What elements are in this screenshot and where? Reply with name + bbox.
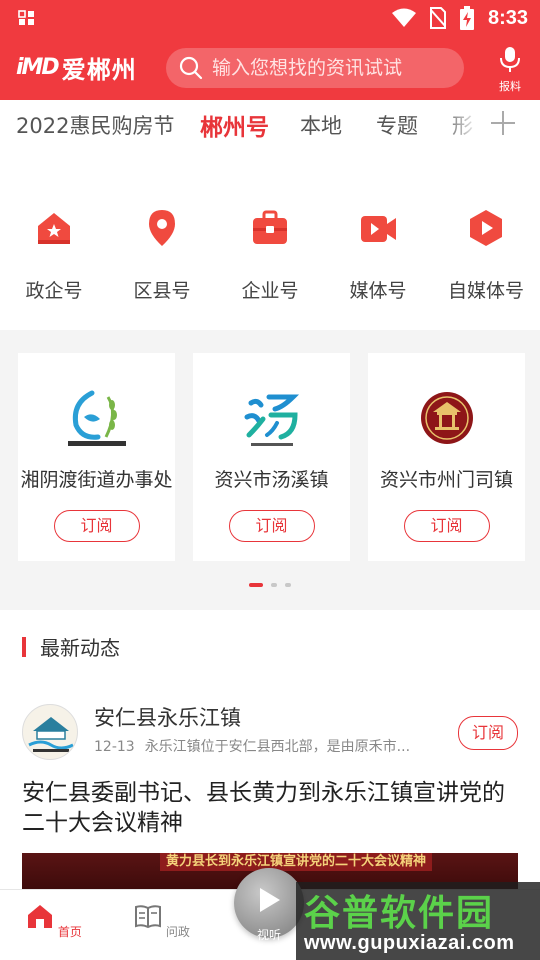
category-label: 媒体号 [349, 280, 407, 302]
tab-chenzhou-hao[interactable]: 郴州号 [200, 108, 269, 142]
tab-housing-festival[interactable]: 2022惠民购房节 [16, 110, 174, 140]
nav-label: 首页 [57, 925, 82, 939]
section-title: 最新动态 [40, 636, 120, 660]
author-avatar[interactable] [22, 704, 78, 760]
listen-label: 视听 [256, 928, 281, 942]
video-camera-icon [361, 216, 396, 242]
fish-wheat-logo-icon [67, 390, 126, 446]
wifi-icon [391, 8, 416, 27]
subscribe-button[interactable]: 订阅 [403, 510, 490, 542]
subscribe-button[interactable]: 订阅 [458, 716, 518, 750]
tangxi-logo-icon [244, 394, 299, 446]
carousel-dot [285, 583, 291, 587]
watermark-title: 谷普软件园 [304, 893, 495, 934]
account-title: 资兴市汤溪镇 [214, 469, 329, 491]
carousel-indicator [0, 583, 540, 587]
account-card[interactable]: 资兴市州门司镇 订阅 [368, 353, 525, 561]
account-avatar [412, 383, 482, 453]
logo-text: 爱郴州 [61, 56, 137, 84]
add-channel-icon[interactable] [490, 110, 516, 136]
clock: 8:33 [487, 6, 528, 29]
search-input[interactable] [212, 57, 452, 79]
nav-label: 问政 [165, 925, 190, 939]
recommended-accounts: 湘阴渡街道办事处 订阅 资兴市汤溪镇 订阅 资兴市州门司镇 订阅 [0, 340, 540, 610]
app-header: iMD 爱郴州 报料 [0, 36, 540, 100]
post-date: 12-13 [94, 739, 135, 755]
account-avatar [237, 383, 307, 453]
pavilion-seal-icon [420, 392, 473, 444]
status-bar: 8:33 [0, 0, 540, 36]
home-icon [28, 905, 53, 928]
author-summary: 永乐江镇位于安仁县西北部，是由原禾市... [144, 739, 411, 755]
author-name[interactable]: 安仁县永乐江镇 [94, 702, 241, 732]
open-book-icon [135, 905, 162, 929]
account-card[interactable]: 湘阴渡街道办事处 订阅 [18, 353, 175, 561]
category-county[interactable]: 区县号 [108, 208, 216, 303]
carousel-dot [271, 583, 277, 587]
subscribe-button[interactable]: 订阅 [228, 510, 315, 542]
author-meta: 12-13 永乐江镇位于安仁县西北部，是由原禾市... [94, 736, 444, 756]
section-header: 最新动态 [22, 632, 120, 661]
location-pin-icon [149, 210, 175, 246]
category-label: 区县号 [133, 280, 191, 302]
latest-updates: 最新动态 安仁县永乐江镇 12-13 永乐江镇位于安仁县西北部，是由原禾市... … [0, 610, 540, 893]
account-card[interactable]: 资兴市汤溪镇 订阅 [193, 353, 350, 561]
site-watermark: 谷普软件园 www.gupuxiazai.com [296, 882, 540, 960]
tab-local[interactable]: 本地 [300, 110, 342, 140]
article-headline[interactable]: 安仁县委副书记、县长黄力到永乐江镇宣讲党的二十大会议精神 [22, 778, 518, 838]
report-button[interactable]: 报料 [490, 46, 530, 94]
nav-inquiry[interactable]: 问政 [132, 902, 192, 940]
section-accent-bar [22, 636, 26, 657]
yonglejiang-logo-icon [28, 717, 74, 752]
category-label: 企业号 [241, 280, 299, 302]
nav-home[interactable]: 首页 [24, 902, 84, 940]
account-title: 湘阴渡街道办事处 [20, 469, 173, 491]
search-icon [179, 56, 203, 80]
category-gov[interactable]: 政企号 [0, 208, 108, 303]
category-media[interactable]: 媒体号 [324, 208, 432, 303]
no-sim-icon [429, 7, 446, 29]
thumbnail-banner: 黄力县长到永乐江镇宣讲党的二十大会议精神 [160, 853, 433, 871]
carousel-dot-active [249, 583, 263, 587]
subscribe-button[interactable]: 订阅 [53, 510, 140, 542]
app-grid-icon [18, 10, 34, 25]
briefcase-icon [253, 210, 287, 244]
app-logo[interactable]: iMD 爱郴州 [16, 50, 137, 85]
listen-button[interactable]: 视听 [234, 868, 304, 942]
play-icon [260, 888, 280, 912]
category-enterprise[interactable]: 企业号 [216, 208, 324, 303]
watermark-url: www.gupuxiazai.com [304, 932, 515, 954]
channel-tabs: 2022惠民购房节 郴州号 本地 专题 形 [0, 100, 540, 148]
account-avatar [62, 383, 132, 453]
report-label: 报料 [499, 80, 521, 93]
play-hexagon-icon [470, 210, 502, 246]
battery-charging-icon [459, 6, 474, 30]
gov-house-icon [38, 213, 70, 244]
search-bar[interactable] [166, 48, 464, 88]
tab-topics[interactable]: 专题 [376, 110, 418, 140]
category-self-media[interactable]: 自媒体号 [432, 208, 540, 303]
microphone-icon [500, 47, 520, 72]
category-grid: 政企号 区县号 企业号 媒体号 自媒体号 [0, 148, 540, 330]
category-label: 政企号 [25, 280, 83, 302]
account-title: 资兴市州门司镇 [379, 469, 513, 491]
logo-mark: iMD [16, 55, 60, 80]
category-label: 自媒体号 [447, 280, 524, 302]
